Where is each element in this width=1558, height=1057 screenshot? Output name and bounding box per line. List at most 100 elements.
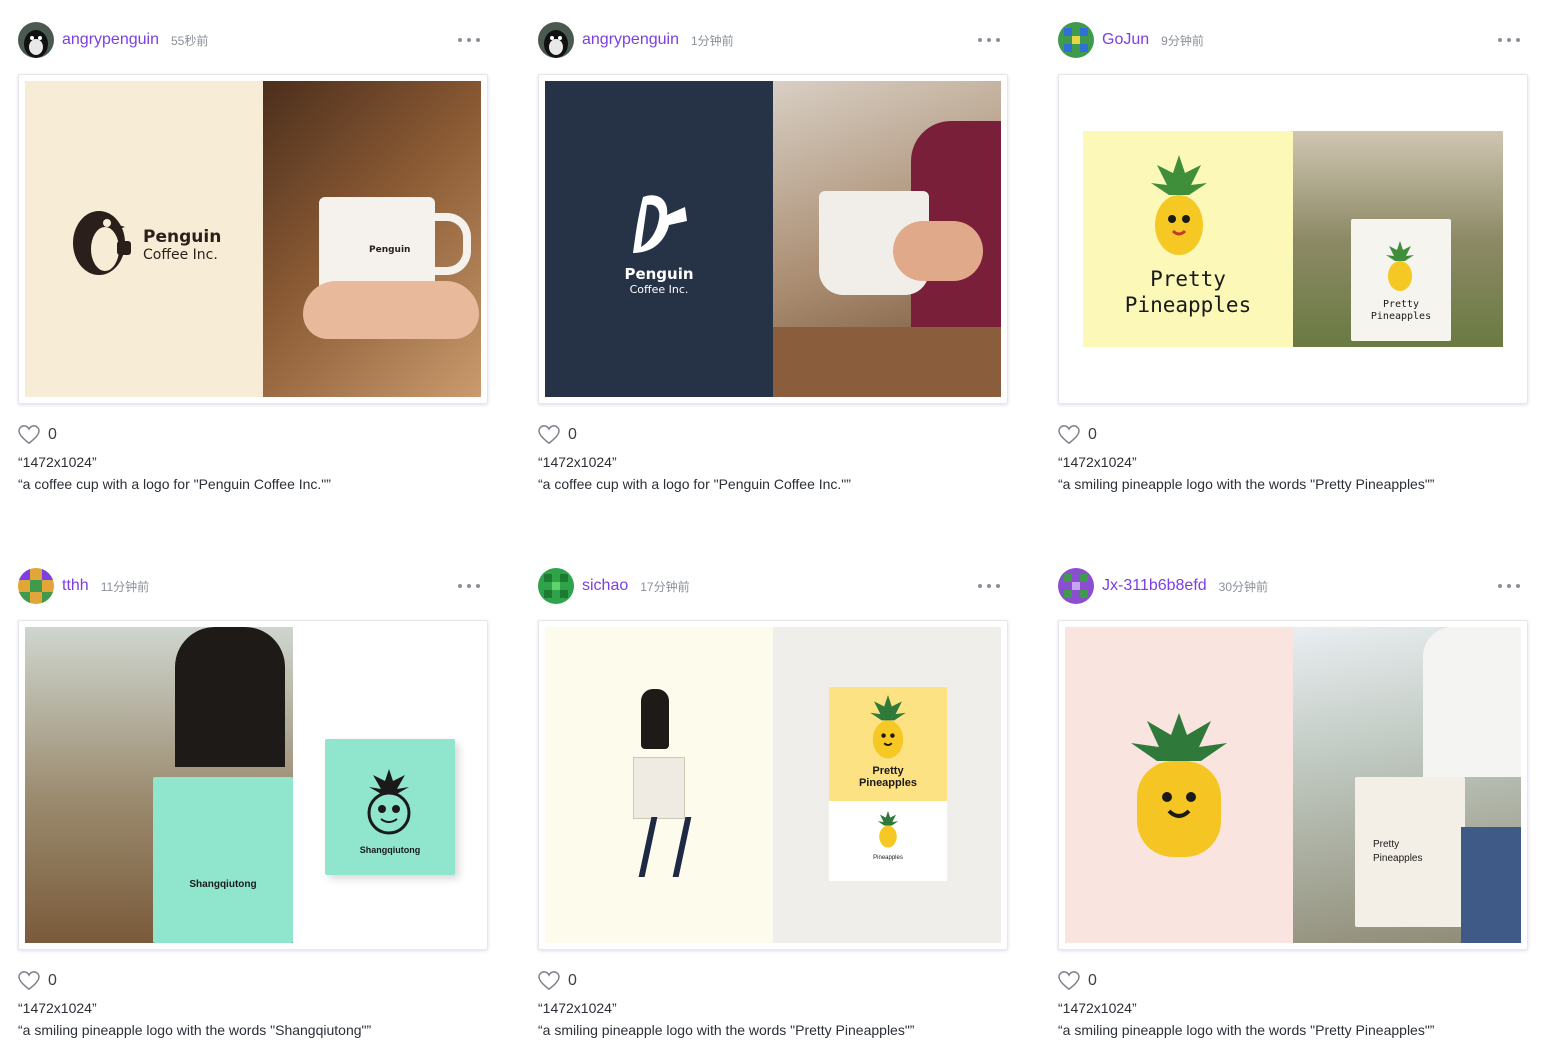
like-count: 0 [568, 972, 577, 989]
username-link[interactable]: Jx-311b6b8efd [1102, 577, 1207, 595]
hands [303, 281, 479, 339]
heart-icon[interactable] [1058, 425, 1080, 445]
generated-image[interactable]: Pretty Pineapples [1058, 620, 1528, 950]
post-header: sichao 17分钟前 [538, 566, 1008, 606]
logo-subtitle: Pineapples [1124, 293, 1252, 317]
avatar[interactable] [538, 22, 574, 58]
logo-subtitle: Coffee Inc. [629, 283, 689, 296]
like-count: 0 [568, 426, 577, 443]
image-size: “1472x1024” [1058, 454, 1137, 470]
logo-panel: Pretty Pineapples Pineapples [773, 627, 1001, 943]
more-options-icon[interactable] [978, 32, 1000, 48]
heart-icon[interactable] [538, 971, 560, 991]
logo-panel: Penguin Coffee Inc. [25, 81, 263, 397]
avatar[interactable] [1058, 568, 1094, 604]
mug-handle [429, 213, 471, 275]
like-row: 0 [1058, 424, 1528, 446]
heart-icon[interactable] [1058, 971, 1080, 991]
post-card: Jx-311b6b8efd 30分钟前 Pretty Pineapples 0 … [1058, 566, 1528, 1038]
logo-panel: Penguin Coffee Inc. [545, 81, 773, 397]
username-link[interactable]: angrypenguin [62, 31, 159, 49]
logo-panel: Pretty Pineapples [1083, 131, 1293, 347]
more-options-icon[interactable] [458, 32, 480, 48]
post-card: angrypenguin 1分钟前 Penguin Coffee Inc. 0 … [538, 20, 1008, 492]
tote-text-line1: Pretty [1373, 839, 1400, 850]
post-card: angrypenguin 55秒前 Penguin Coffee Inc. Pe… [18, 20, 488, 492]
post-header: tthh 11分钟前 [18, 566, 488, 606]
logo-small-text: Pineapples [873, 855, 903, 861]
more-options-icon[interactable] [1498, 32, 1520, 48]
username-link[interactable]: sichao [582, 577, 628, 595]
photo-panel [545, 627, 773, 943]
more-options-icon[interactable] [1498, 578, 1520, 594]
avatar[interactable] [1058, 22, 1094, 58]
tote-bag [1355, 777, 1465, 927]
feed-grid: angrypenguin 55秒前 Penguin Coffee Inc. Pe… [0, 0, 1558, 1057]
post-time: 9分钟前 [1161, 33, 1204, 48]
table [773, 327, 1001, 397]
post-card: GoJun 9分钟前 Pretty Pineapples Pretty Pine… [1058, 20, 1528, 492]
like-row: 0 [538, 424, 1008, 446]
heart-icon[interactable] [538, 425, 560, 445]
logo-subtitle: Coffee Inc. [143, 247, 218, 263]
prompt-text: “a smiling pineapple logo with the words… [1058, 476, 1435, 492]
post-time: 17分钟前 [640, 579, 690, 594]
like-count: 0 [1088, 426, 1097, 443]
tote-bag [153, 777, 293, 943]
like-row: 0 [538, 970, 1008, 992]
hands [893, 221, 983, 281]
post-time: 11分钟前 [100, 579, 150, 594]
generated-image[interactable]: Pretty Pineapples Pineapples [538, 620, 1008, 950]
tote-text-line2: Pineapples [1370, 311, 1432, 322]
heart-icon[interactable] [18, 425, 40, 445]
logo-panel [1065, 627, 1293, 943]
post-header: GoJun 9分钟前 [1058, 20, 1528, 60]
photo-panel: Pretty Pineapples [1293, 131, 1503, 347]
pineapple-logo-icon [1151, 155, 1207, 255]
image-size: “1472x1024” [538, 1000, 617, 1016]
tote-text-line2: Pineapples [1373, 853, 1423, 864]
post-card: sichao 17分钟前 Pretty Pineapples Pineapple… [538, 566, 1008, 1038]
prompt-text: “a smiling pineapple logo with the words… [538, 1022, 915, 1038]
post-header: Jx-311b6b8efd 30分钟前 [1058, 566, 1528, 606]
like-count: 0 [48, 426, 57, 443]
logo-subtitle: Pineapples [858, 777, 918, 789]
username-link[interactable]: tthh [62, 577, 89, 595]
image-size: “1472x1024” [18, 1000, 97, 1016]
more-options-icon[interactable] [458, 578, 480, 594]
post-card: tthh 11分钟前 Shangqiutong Shangqiutong 0 “… [18, 566, 488, 1038]
like-row: 0 [18, 424, 488, 446]
logo-title: Penguin [624, 265, 694, 283]
generated-image[interactable]: Shangqiutong Shangqiutong [18, 620, 488, 950]
avatar[interactable] [18, 22, 54, 58]
avatar[interactable] [18, 568, 54, 604]
prompt-text: “a smiling pineapple logo with the words… [1058, 1022, 1435, 1038]
image-size: “1472x1024” [18, 454, 97, 470]
like-row: 0 [18, 970, 488, 992]
post-header: angrypenguin 55秒前 [18, 20, 488, 60]
tote-text: Shangqiutong [189, 879, 257, 890]
pineapple-logo-icon [367, 769, 411, 835]
generated-image[interactable]: Pretty Pineapples Pretty Pineapples [1058, 74, 1528, 404]
image-size: “1472x1024” [538, 454, 617, 470]
logo-panel: Shangqiutong [293, 627, 481, 943]
post-time: 30分钟前 [1218, 579, 1269, 594]
prompt-text: “a coffee cup with a logo for "Penguin C… [538, 476, 851, 492]
hair [175, 627, 285, 767]
heart-icon[interactable] [18, 971, 40, 991]
like-count: 0 [1088, 972, 1097, 989]
post-header: angrypenguin 1分钟前 [538, 20, 1008, 60]
photo-panel: Shangqiutong [25, 627, 293, 943]
shirt [1423, 627, 1521, 777]
logo-title: Shangqiutong [359, 845, 421, 855]
penguin-logo-icon [73, 211, 131, 275]
photo-panel: Pretty Pineapples [1293, 627, 1521, 943]
avatar[interactable] [538, 568, 574, 604]
photo-panel [773, 81, 1001, 397]
username-link[interactable]: GoJun [1102, 31, 1149, 49]
like-count: 0 [48, 972, 57, 989]
more-options-icon[interactable] [978, 578, 1000, 594]
username-link[interactable]: angrypenguin [582, 31, 679, 49]
generated-image[interactable]: Penguin Coffee Inc. Penguin [18, 74, 488, 404]
generated-image[interactable]: Penguin Coffee Inc. [538, 74, 1008, 404]
